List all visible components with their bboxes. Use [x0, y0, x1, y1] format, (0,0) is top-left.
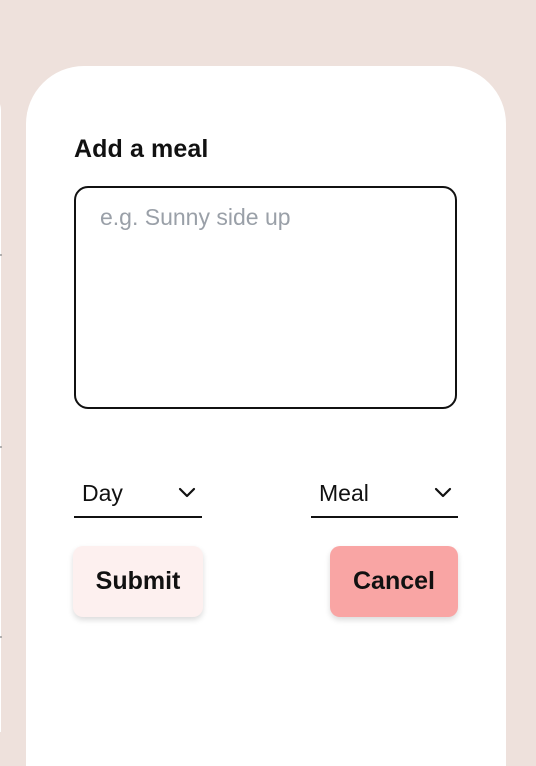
chevron-down-icon — [178, 487, 196, 498]
background-dot — [0, 636, 2, 638]
chevron-down-icon — [434, 487, 452, 498]
submit-button[interactable]: Submit — [73, 546, 203, 617]
meal-description-input[interactable] — [74, 186, 457, 409]
day-select[interactable]: Day — [74, 470, 202, 518]
meal-select[interactable]: Meal — [311, 470, 458, 518]
modal-title: Add a meal — [74, 135, 209, 163]
background-dot — [0, 254, 2, 256]
add-meal-modal: Add a meal Day Meal Submit Cancel — [26, 66, 506, 766]
background-dot — [0, 446, 2, 448]
day-select-value: Day — [82, 479, 123, 506]
cancel-button[interactable]: Cancel — [330, 546, 458, 617]
meal-select-value: Meal — [319, 479, 369, 506]
